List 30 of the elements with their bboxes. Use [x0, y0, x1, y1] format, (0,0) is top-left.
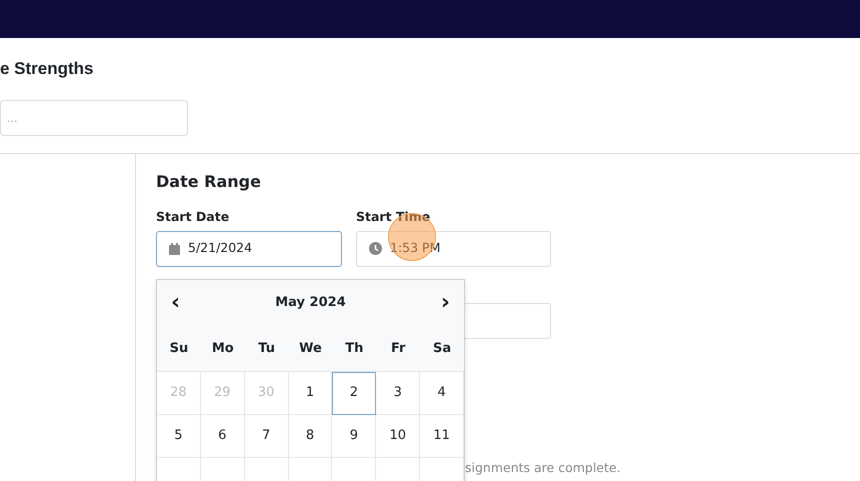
day-cell[interactable]: 2	[332, 372, 376, 415]
weekday-label: Su	[168, 340, 190, 358]
weekday-label: We	[298, 340, 323, 358]
page-title: e Strengths	[0, 58, 95, 80]
search-field[interactable]: ...	[0, 100, 188, 136]
day-cell[interactable]: 1	[288, 372, 332, 415]
day-cell[interactable]: 10	[376, 415, 420, 458]
next-month-button[interactable]: ›	[432, 292, 458, 314]
clock-icon	[369, 242, 382, 256]
weekday-label: Sa	[432, 340, 452, 358]
weekday-label: Th	[344, 340, 364, 358]
day-cell[interactable]: 4	[420, 372, 464, 415]
day-cell[interactable]: 7	[244, 415, 289, 458]
weekday-label: Mo	[210, 340, 235, 358]
start-date-field[interactable]: 5/21/2024	[156, 230, 342, 267]
day-cell[interactable]: 8	[288, 415, 332, 458]
day-cell[interactable]: 9	[332, 415, 376, 458]
section-title: Date Range	[156, 172, 262, 193]
month-title: May 2024	[275, 294, 346, 312]
calendar-icon	[169, 242, 180, 255]
previous-month-button[interactable]: ‹	[163, 292, 188, 314]
day-cell[interactable]: 6	[200, 415, 245, 458]
day-cell[interactable]: 5	[157, 415, 201, 458]
weekday-label: Tu	[257, 340, 276, 358]
note-text: signments are complete.	[465, 458, 622, 477]
field-label: Start Time	[356, 208, 432, 226]
weekday-label: Fr	[390, 340, 406, 358]
day-cell[interactable]: 3	[376, 372, 420, 415]
day-cell[interactable]: 11	[420, 415, 464, 458]
field-label: Start Date	[156, 208, 230, 226]
